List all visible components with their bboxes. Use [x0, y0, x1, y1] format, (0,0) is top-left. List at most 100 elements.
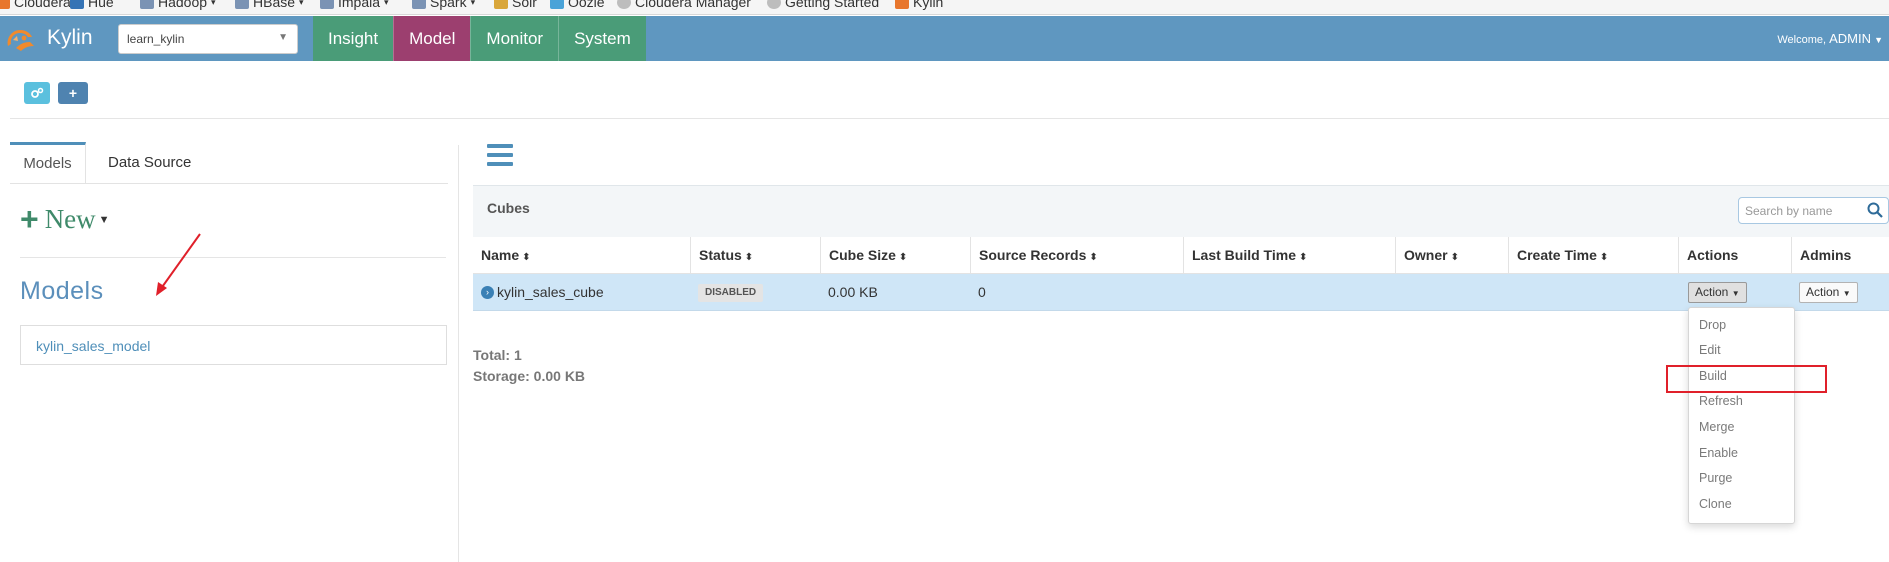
model-list: kylin_sales_model: [20, 325, 447, 365]
chevron-down-icon: ▾: [211, 0, 216, 7]
header-label: Cube Size: [829, 247, 896, 263]
total-count: Total: 1: [473, 347, 522, 363]
bookmark-kylin[interactable]: Kylin: [895, 0, 943, 10]
tab-data-source[interactable]: Data Source: [108, 142, 191, 184]
bookmark-getting-started[interactable]: Getting Started: [767, 0, 879, 10]
new-button-label: New: [44, 204, 96, 234]
chevron-down-icon: ▼: [98, 213, 110, 226]
bookmark-label: Hadoop: [158, 0, 208, 10]
search-icon: [1867, 202, 1883, 218]
cloudera-icon: [0, 0, 10, 9]
bookmark-label: Getting Started: [785, 0, 880, 10]
status-badge: DISABLED: [698, 284, 764, 303]
bookmark-label: Impala: [338, 0, 381, 10]
sort-icon: ⬍: [1599, 252, 1609, 263]
expand-icon[interactable]: ›: [481, 285, 494, 299]
user-menu[interactable]: Welcome, ADMIN ▼: [1777, 16, 1883, 61]
table-row[interactable]: › kylin_sales_cube DISABLED 0.00 KB 0 Act…: [473, 274, 1889, 311]
menu-item-purge[interactable]: Purge: [1689, 466, 1794, 491]
status-cell: DISABLED: [690, 274, 820, 311]
owner-cell: [1395, 274, 1508, 311]
tab-monitor[interactable]: Monitor: [470, 16, 559, 61]
tab-system[interactable]: System: [558, 16, 646, 61]
kylin-logo-icon: [7, 30, 34, 51]
column-header-source-records[interactable]: Source Records ⬍: [970, 237, 1183, 274]
source-records-cell: 0: [978, 284, 986, 300]
menu-item-enable[interactable]: Enable: [1689, 441, 1794, 466]
bookmark-cloudera-manager[interactable]: Cloudera Manager: [617, 0, 751, 10]
cube-name-cell[interactable]: › kylin_sales_cube: [473, 274, 690, 311]
folder-icon: [320, 0, 334, 9]
folder-icon: [235, 0, 249, 9]
settings-button[interactable]: [24, 82, 50, 104]
bookmark-label: Solr: [512, 0, 537, 10]
menu-item-merge[interactable]: Merge: [1689, 415, 1794, 440]
divider: [10, 118, 1889, 119]
bookmark-hbase[interactable]: HBase ▾: [235, 0, 304, 10]
bookmark-hadoop[interactable]: Hadoop ▾: [140, 0, 216, 10]
project-select[interactable]: learn_kylin ▼: [118, 24, 298, 54]
column-header-create-time[interactable]: Create Time ⬍: [1508, 237, 1678, 274]
last-build-time-cell: [1183, 274, 1395, 311]
bookmark-label: Spark: [430, 0, 467, 10]
column-header-status[interactable]: Status ⬍: [690, 237, 820, 274]
cube-name: kylin_sales_cube: [497, 284, 604, 300]
bookmark-solr[interactable]: Solr: [494, 0, 537, 10]
solr-icon: [494, 0, 508, 9]
menu-item-clone[interactable]: Clone: [1689, 492, 1794, 517]
bookmark-label: HBase: [253, 0, 296, 10]
header-label: Actions: [1687, 247, 1739, 263]
chevron-down-icon: ▼: [278, 32, 288, 43]
search-placeholder: Search by name: [1745, 204, 1833, 218]
bookmark-label: Cloudera: [14, 0, 71, 10]
menu-item-drop[interactable]: Drop: [1689, 313, 1794, 338]
project-select-value: learn_kylin: [127, 32, 185, 46]
chevron-down-icon: ▼: [1842, 289, 1851, 298]
plus-icon: +: [20, 201, 39, 237]
sort-icon: ⬍: [522, 252, 531, 263]
tab-insight[interactable]: Insight: [313, 16, 394, 61]
column-header-last-build-time[interactable]: Last Build Time ⬍: [1183, 237, 1395, 274]
search-input[interactable]: Search by name: [1738, 197, 1889, 224]
admins-dropdown-button[interactable]: Action ▼: [1799, 282, 1858, 303]
action-label: Action: [1806, 285, 1840, 299]
username: ADMIN: [1829, 31, 1872, 46]
create-time-cell: [1508, 274, 1678, 311]
sort-icon: ⬍: [1298, 252, 1308, 263]
hue-icon: [70, 0, 84, 9]
sort-icon: ⬍: [744, 252, 754, 263]
header-label: Status: [699, 247, 742, 263]
annotation-arrow-icon: [156, 233, 201, 296]
bookmark-cloudera[interactable]: Cloudera: [0, 0, 71, 10]
add-button[interactable]: +: [58, 82, 88, 104]
column-header-name[interactable]: Name ⬍: [473, 237, 690, 274]
globe-icon: [617, 0, 631, 9]
sort-icon: ⬍: [898, 252, 908, 263]
bookmark-spark[interactable]: Spark ▾: [412, 0, 475, 10]
chevron-down-icon: ▾: [384, 0, 389, 7]
column-header-admins: Admins: [1791, 237, 1889, 274]
tab-models[interactable]: Models: [10, 142, 86, 184]
main-nav: Insight Model Monitor System: [313, 16, 646, 61]
actions-dropdown-button[interactable]: Action ▼: [1688, 282, 1747, 303]
divider: [20, 257, 446, 258]
bookmark-hue[interactable]: Hue: [70, 0, 114, 10]
menu-item-edit[interactable]: Edit: [1689, 338, 1794, 363]
gears-icon: [31, 87, 44, 98]
action-menu: Drop Edit Build Refresh Merge Enable Pur…: [1688, 307, 1795, 524]
header-label: Create Time: [1517, 247, 1597, 263]
cube-size-cell: 0.00 KB: [828, 284, 878, 300]
globe-icon: [767, 0, 781, 9]
new-button[interactable]: + New ▼: [20, 201, 110, 238]
menu-toggle-icon[interactable]: [487, 144, 513, 166]
model-link[interactable]: kylin_sales_model: [36, 338, 150, 354]
header-label: Name: [481, 247, 520, 263]
brand-name: Kylin: [47, 26, 93, 49]
bookmark-impala[interactable]: Impala ▾: [320, 0, 389, 10]
tab-model[interactable]: Model: [393, 16, 471, 61]
header-label: Admins: [1800, 247, 1852, 263]
bookmark-oozie[interactable]: Oozie: [550, 0, 605, 10]
column-header-cube-size[interactable]: Cube Size ⬍: [820, 237, 970, 274]
column-header-owner[interactable]: Owner ⬍: [1395, 237, 1508, 274]
annotation-highlight-box: [1666, 365, 1827, 393]
